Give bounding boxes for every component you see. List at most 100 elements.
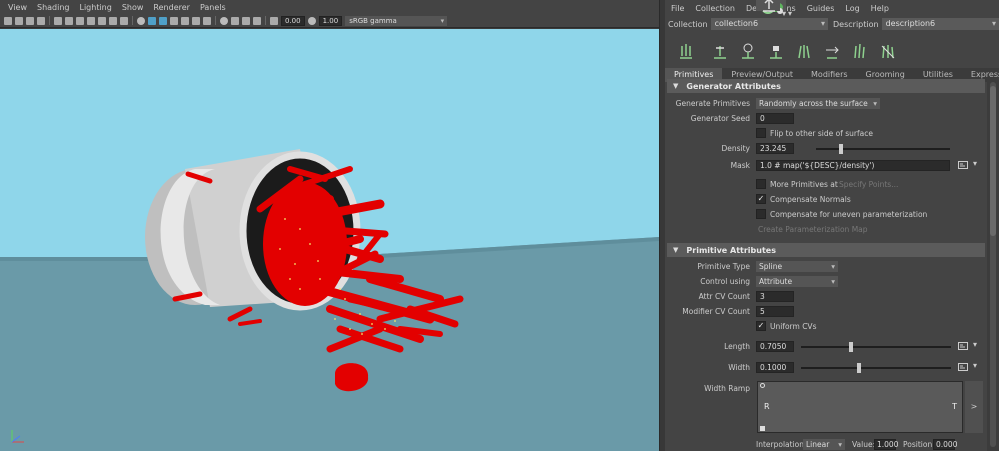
primitive-attributes-header[interactable]: ▼ Primitive Attributes — [667, 243, 985, 257]
expression-editor-icon[interactable] — [958, 341, 968, 351]
expression-editor-icon[interactable] — [958, 160, 968, 170]
mask-expression-field[interactable]: 1.0 # map('${DESC}/density') — [756, 160, 950, 171]
gate-mask-icon[interactable] — [87, 16, 95, 25]
menu-shading[interactable]: Shading — [37, 3, 70, 12]
generator-attributes-header[interactable]: ▼ Generator Attributes — [667, 79, 985, 93]
expression-menu-icon[interactable]: ▾ — [973, 361, 977, 370]
ramp-position-field[interactable]: 0.000 — [933, 439, 957, 450]
xray-joints-icon[interactable] — [242, 16, 250, 25]
menu-renderer[interactable]: Renderer — [153, 3, 190, 12]
menu-file[interactable]: File — [671, 4, 684, 13]
width-slider-handle[interactable] — [857, 363, 861, 373]
interpolation-label: Interpolation: — [756, 440, 807, 449]
resolution-gate-icon[interactable] — [76, 16, 84, 25]
textured-icon[interactable] — [170, 16, 178, 25]
lights-icon[interactable] — [181, 16, 189, 25]
guides-to-curves-icon[interactable] — [820, 39, 844, 63]
menu-panels[interactable]: Panels — [200, 3, 226, 12]
expression-editor-icon[interactable] — [958, 362, 968, 372]
compensate-uneven-checkbox[interactable] — [756, 209, 766, 219]
color-space-dropdown[interactable]: sRGB gamma — [345, 15, 448, 26]
lock-guides-icon[interactable] — [764, 39, 788, 63]
wireframe-icon[interactable] — [137, 16, 145, 25]
image-plane-icon[interactable] — [37, 16, 45, 25]
length-slider[interactable] — [801, 342, 951, 352]
add-primitive-icon[interactable] — [674, 39, 698, 63]
ramp-expand-button[interactable]: > — [965, 381, 983, 433]
uniform-cvs-checkbox[interactable]: ✓ — [756, 321, 766, 331]
xray-components-icon[interactable] — [253, 16, 261, 25]
flip-checkbox[interactable] — [756, 128, 766, 138]
place-guides-icon[interactable] — [756, 0, 786, 19]
collection-dropdown[interactable]: collection6 — [710, 18, 828, 30]
gamma-field[interactable]: 1.00 — [318, 15, 343, 26]
axis-gizmo-icon — [11, 430, 24, 443]
density-field[interactable]: 23.245 — [756, 143, 794, 154]
generator-seed-field[interactable]: 0 — [756, 113, 794, 124]
exposure-icon[interactable] — [270, 16, 278, 25]
collapse-triangle-icon[interactable]: ▼ — [673, 82, 678, 90]
expression-menu-icon[interactable]: ▾ — [973, 340, 977, 349]
width-ramp-editor[interactable]: R T — [757, 381, 963, 433]
exposure-field[interactable]: 0.00 — [281, 15, 305, 26]
mask-row: Mask 1.0 # map('${DESC}/density') ▾ — [665, 159, 987, 173]
menu-help[interactable]: Help — [871, 4, 889, 13]
attr-cv-count-label: Attr CV Count — [698, 292, 750, 301]
field-chart-icon[interactable] — [98, 16, 106, 25]
description-dropdown[interactable]: description6 — [881, 18, 999, 30]
wireframe-on-shaded-icon[interactable] — [159, 16, 167, 25]
menu-log[interactable]: Log — [845, 4, 859, 13]
density-slider[interactable] — [816, 144, 950, 154]
compensate-normals-checkbox[interactable]: ✓ — [756, 194, 766, 204]
more-primitives-checkbox[interactable] — [756, 179, 766, 189]
density-slider-handle[interactable] — [839, 144, 843, 154]
gamma-icon[interactable] — [307, 16, 316, 25]
film-gate-icon[interactable] — [65, 16, 73, 25]
menu-collection[interactable]: Collection — [695, 4, 735, 13]
sculpt-guides-icon[interactable] — [708, 39, 732, 63]
expression-menu-icon[interactable]: ▾ — [973, 159, 977, 168]
scrollbar-thumb[interactable] — [990, 86, 996, 236]
ramp-point-top[interactable] — [760, 383, 765, 388]
ramp-value-field[interactable]: 1.000 — [874, 439, 898, 450]
camera-select-icon[interactable] — [4, 16, 12, 25]
smooth-shade-icon[interactable] — [148, 16, 156, 25]
interpolation-dropdown[interactable]: Linear — [803, 439, 845, 450]
menu-lighting[interactable]: Lighting — [79, 3, 111, 12]
modifier-cv-count-field[interactable]: 5 — [756, 306, 794, 317]
compensate-uneven-label: Compensate for uneven parameterization — [770, 210, 928, 219]
width-slider[interactable] — [801, 363, 951, 373]
xray-icon[interactable] — [231, 16, 239, 25]
grid-icon[interactable] — [54, 16, 62, 25]
scene-render[interactable] — [0, 29, 659, 451]
specify-points-button[interactable]: Specify Points... — [839, 180, 898, 189]
ramp-point-bottom[interactable] — [760, 426, 765, 431]
control-using-label: Control using — [700, 277, 750, 286]
bookmark-icon[interactable] — [26, 16, 34, 25]
create-parameterization-map-button[interactable]: Create Parameterization Map — [758, 225, 868, 234]
menu-show[interactable]: Show — [122, 3, 144, 12]
menu-guides[interactable]: Guides — [807, 4, 835, 13]
ramp-root-label: R — [764, 402, 770, 411]
length-field[interactable]: 0.7050 — [756, 341, 794, 352]
width-field[interactable]: 0.1000 — [756, 362, 794, 373]
menu-view[interactable]: View — [8, 3, 27, 12]
ambient-occlusion-icon[interactable] — [203, 16, 211, 25]
collapse-triangle-icon[interactable]: ▼ — [673, 246, 678, 254]
select-guides-icon[interactable] — [736, 39, 760, 63]
preview-primitives-icon[interactable] — [848, 39, 872, 63]
safe-action-icon[interactable] — [109, 16, 117, 25]
attr-cv-count-field[interactable]: 3 — [756, 291, 794, 302]
isolate-select-icon[interactable] — [220, 16, 228, 25]
primitive-type-dropdown[interactable]: Spline — [756, 261, 838, 272]
shadows-icon[interactable] — [192, 16, 200, 25]
camera-attributes-icon[interactable] — [15, 16, 23, 25]
clear-preview-icon[interactable] — [876, 39, 900, 63]
control-using-dropdown[interactable]: Attribute — [756, 276, 838, 287]
safe-title-icon[interactable] — [120, 16, 128, 25]
length-slider-handle[interactable] — [849, 342, 853, 352]
attribute-editor-scrollbar[interactable] — [987, 78, 999, 451]
generator-seed-row: Generator Seed 0 — [665, 113, 987, 126]
generate-primitives-dropdown[interactable]: Randomly across the surface — [756, 98, 880, 109]
guide-visibility-icon[interactable] — [792, 39, 816, 63]
